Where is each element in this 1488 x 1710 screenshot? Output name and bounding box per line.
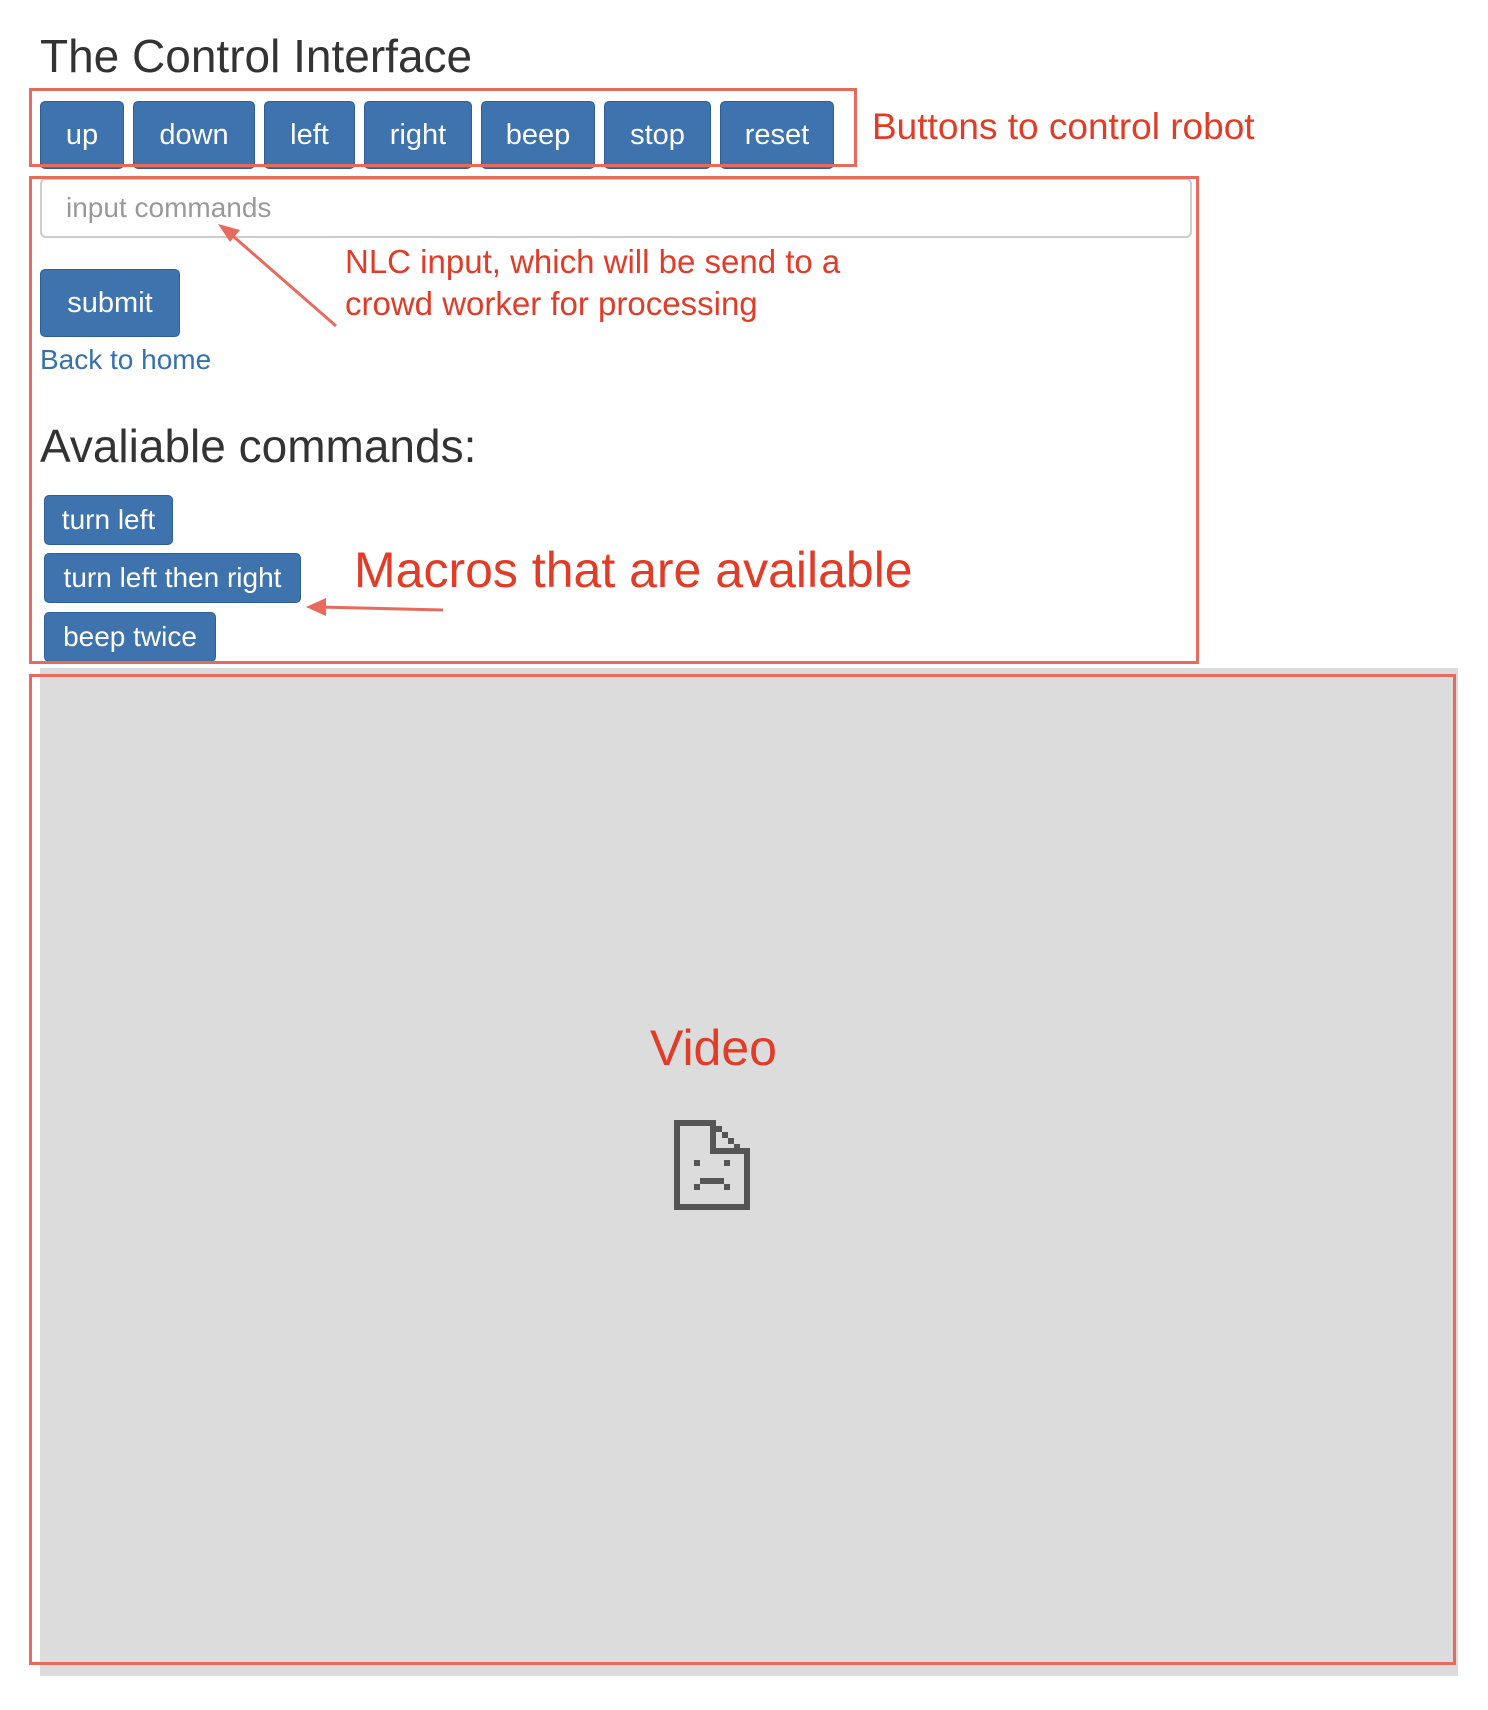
broken-document-icon [674,1120,750,1210]
input-annotation-label-line1: NLC input, which will be send to a [345,243,841,280]
down-button[interactable]: down [133,101,255,169]
up-button[interactable]: up [40,101,124,169]
macro-turn-left-button[interactable]: turn left [44,495,173,545]
macros-annotation-arrow-line [317,605,444,612]
back-to-home-link[interactable]: Back to home [40,342,211,378]
controls-annotation-label: Buttons to control robot [872,106,1255,147]
left-button[interactable]: left [264,101,355,169]
input-annotation-label-line2: crowd worker for processing [345,285,758,322]
stop-button[interactable]: stop [604,101,711,169]
macros-annotation-arrowhead [306,598,326,616]
beep-button[interactable]: beep [481,101,595,169]
right-button[interactable]: right [364,101,472,169]
input-annotation-arrow-line [225,228,337,328]
reset-button[interactable]: reset [720,101,834,169]
submit-button[interactable]: submit [40,269,180,337]
video-annotation-label: Video [650,1020,777,1076]
command-input[interactable] [40,178,1192,238]
macros-annotation-label: Macros that are available [354,542,913,598]
page-title: The Control Interface [40,30,473,82]
macro-turn-left-then-right-button[interactable]: turn left then right [44,553,301,603]
available-commands-heading: Avaliable commands: [40,420,477,472]
macro-beep-twice-button[interactable]: beep twice [44,612,216,662]
